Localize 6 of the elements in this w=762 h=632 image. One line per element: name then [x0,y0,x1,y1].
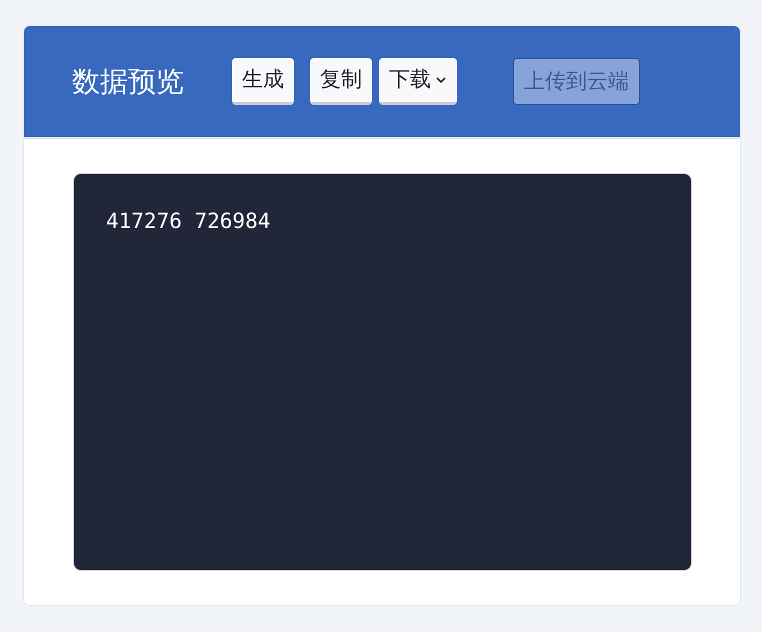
chevron-down-icon [435,76,447,84]
action-button[interactable]: 复制 [310,58,372,105]
page-title: 数据预览 [72,64,184,100]
action-button[interactable]: 生成 [232,58,294,105]
output-text: 417276 726984 [106,208,272,235]
download-dropdown[interactable]: 下载 [379,58,457,105]
